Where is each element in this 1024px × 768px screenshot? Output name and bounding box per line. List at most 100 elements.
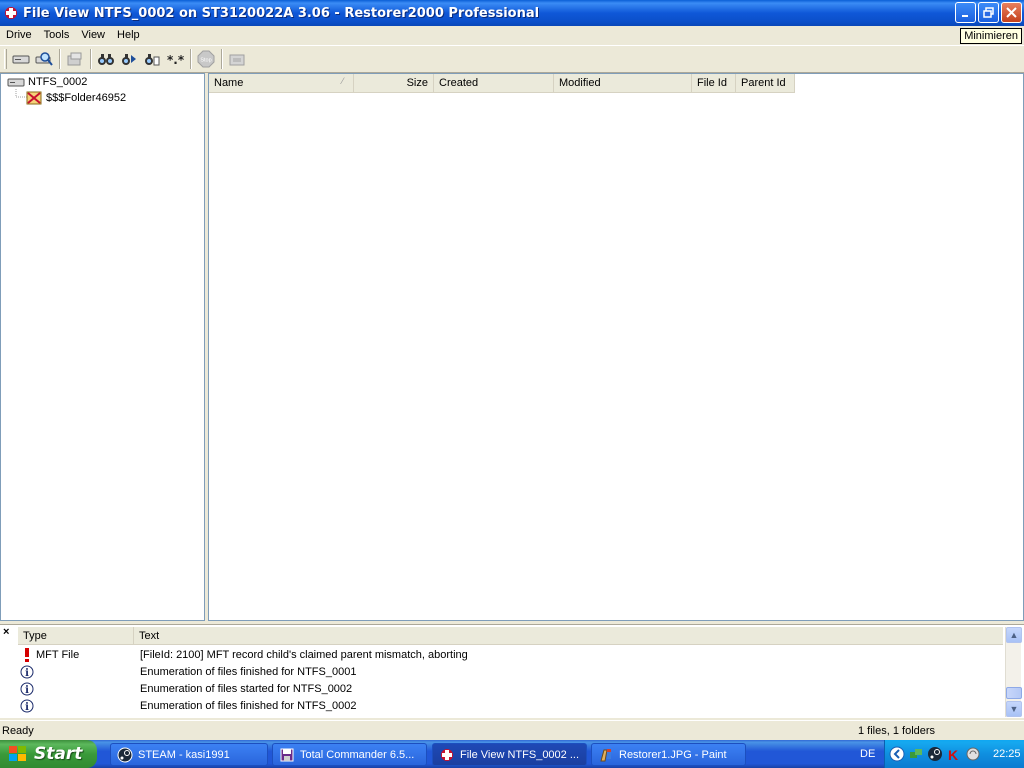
log-type: MFT File: [36, 648, 80, 661]
find-next-icon: [122, 54, 136, 65]
tree-item-root[interactable]: NTFS_0002: [7, 74, 87, 90]
svg-text:*.*: *.*: [167, 53, 184, 67]
tree-item-label: $$$Folder46952: [46, 92, 127, 104]
title-bar: File View NTFS_0002 on ST3120022A 3.06 -…: [0, 0, 1024, 26]
scroll-down-icon[interactable]: ▼: [1006, 701, 1022, 717]
close-icon: [1006, 7, 1017, 18]
folder-button[interactable]: [226, 48, 248, 70]
restore-files-button[interactable]: [64, 48, 86, 70]
system-tray: K 22:25: [884, 740, 1024, 768]
log-scrollbar[interactable]: ▲ ▼: [1005, 627, 1022, 717]
start-button[interactable]: Start: [0, 740, 97, 768]
clock[interactable]: 22:25: [993, 748, 1021, 760]
column-header-size[interactable]: Size: [354, 74, 434, 92]
column-header-text[interactable]: Text: [134, 627, 1003, 645]
language-indicator[interactable]: DE: [860, 740, 875, 768]
scroll-thumb[interactable]: [1006, 687, 1022, 699]
scroll-up-icon[interactable]: ▲: [1006, 627, 1022, 643]
task-restorer[interactable]: File View NTFS_0002 ...: [432, 743, 587, 766]
svg-text:Stop: Stop: [200, 58, 211, 64]
drive-icon: [7, 78, 25, 87]
antivirus-icon[interactable]: K: [946, 746, 962, 762]
toolbar-separator: [90, 49, 92, 69]
paint-icon: [600, 748, 611, 761]
svg-text:i: i: [25, 685, 29, 696]
find-file-icon: [145, 54, 160, 66]
svg-text:K: K: [948, 747, 958, 762]
window-title: File View NTFS_0002 on ST3120022A 3.06 -…: [23, 5, 540, 21]
find-icon: [98, 54, 114, 65]
column-header-parent-id[interactable]: Parent Id: [736, 74, 795, 92]
status-bar: Ready 1 files, 1 folders: [0, 720, 1024, 740]
info-icon: i: [18, 682, 36, 696]
restorer-icon: [441, 748, 453, 761]
steam-tray-icon[interactable]: [927, 746, 943, 762]
restorer-app-icon[interactable]: [3, 5, 19, 21]
column-header-type[interactable]: Type: [18, 627, 134, 645]
log-text: Enumeration of files finished for NTFS_0…: [140, 699, 357, 712]
file-list-header: Name ⁄ Size Created Modified File Id Par…: [209, 74, 795, 93]
menu-view[interactable]: View: [75, 26, 111, 44]
find-next-button[interactable]: [118, 48, 140, 70]
log-row[interactable]: i Enumeration of files finished for NTFS…: [18, 697, 1003, 714]
column-header-file-id[interactable]: File Id: [692, 74, 736, 92]
info-icon: i: [18, 699, 36, 713]
log-text: [FileId: 2100] MFT record child's claime…: [140, 648, 468, 661]
steam-icon: [117, 747, 133, 762]
floppy-icon: [280, 748, 294, 761]
toolbar-grip[interactable]: [4, 49, 7, 69]
network-icon[interactable]: [908, 746, 924, 762]
close-button[interactable]: [1001, 2, 1022, 23]
svg-text:i: i: [25, 668, 29, 679]
status-counts: 1 files, 1 folders: [858, 724, 936, 737]
task-steam[interactable]: STEAM - kasi1991: [110, 743, 268, 766]
column-header-created[interactable]: Created: [434, 74, 554, 92]
audio-icon[interactable]: [965, 746, 981, 762]
column-header-modified[interactable]: Modified: [554, 74, 692, 92]
find-button[interactable]: [95, 48, 117, 70]
restore-window-icon: [983, 7, 994, 18]
taskbar: Start STEAM - kasi1991 Total Commander 6…: [0, 740, 1024, 768]
stop-button[interactable]: Stop: [195, 48, 217, 70]
toolbar-separator: [221, 49, 223, 69]
column-header-name[interactable]: Name ⁄: [209, 74, 354, 92]
menu-drive[interactable]: Drive: [0, 26, 38, 44]
task-paint[interactable]: Restorer1.JPG - Paint: [591, 743, 746, 766]
show-hidden-icons-icon[interactable]: [889, 746, 905, 762]
drive-tree[interactable]: NTFS_0002 $$$Folder46952: [0, 73, 205, 621]
tree-item-label: NTFS_0002: [28, 76, 88, 88]
toolbar-separator: [59, 49, 61, 69]
find-file-button[interactable]: [141, 48, 163, 70]
stop-icon: Stop: [197, 50, 215, 68]
log-text: Enumeration of files started for NTFS_00…: [140, 682, 353, 695]
mask-button[interactable]: *.*: [164, 48, 186, 70]
toolbar-separator: [190, 49, 192, 69]
close-log-icon[interactable]: ×: [3, 626, 9, 638]
scan-button[interactable]: [33, 48, 55, 70]
windows-logo-icon: [9, 746, 26, 761]
menu-bar: Drive Tools View Help: [0, 26, 1024, 44]
file-list[interactable]: Name ⁄ Size Created Modified File Id Par…: [208, 73, 1024, 621]
menu-tools[interactable]: Tools: [38, 26, 76, 44]
minimize-button[interactable]: [955, 2, 976, 23]
drive-button[interactable]: [10, 48, 32, 70]
folder-icon: [229, 54, 245, 66]
svg-text:i: i: [25, 702, 29, 713]
error-icon: [18, 647, 36, 662]
log-row[interactable]: i Enumeration of files finished for NTFS…: [18, 663, 1003, 680]
sort-arrow-icon: ⁄: [342, 76, 344, 86]
minimize-icon: [961, 14, 968, 17]
log-row[interactable]: MFT File [FileId: 2100] MFT record child…: [18, 646, 1003, 663]
restore-icon: [67, 52, 82, 66]
mask-icon: *.*: [167, 53, 184, 67]
drive-icon: [12, 55, 30, 64]
restore-button[interactable]: [978, 2, 999, 23]
task-total-commander[interactable]: Total Commander 6.5...: [272, 743, 427, 766]
deleted-folder-icon: [26, 91, 42, 105]
info-icon: i: [18, 665, 36, 679]
tree-item-folder[interactable]: $$$Folder46952: [26, 90, 126, 106]
menu-help[interactable]: Help: [111, 26, 146, 44]
log-panel: × Type Text MFT File [FileId: 2100] MFT …: [0, 624, 1024, 718]
toolbar: *.* Stop: [0, 45, 1024, 73]
log-row[interactable]: i Enumeration of files started for NTFS_…: [18, 680, 1003, 697]
